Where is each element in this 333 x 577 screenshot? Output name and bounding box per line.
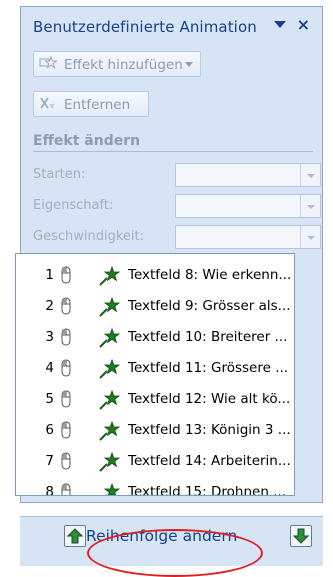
highlight-ellipse	[87, 529, 263, 577]
mouse-click-icon	[58, 452, 74, 470]
animation-list-item[interactable]: 2 Textfeld 9: Grösser als...	[16, 291, 294, 322]
chevron-down-icon	[300, 164, 320, 186]
move-down-arrow-icon	[293, 528, 309, 544]
animation-list-item[interactable]: 1 Textfeld 8: Wie erkenn...	[16, 260, 294, 291]
start-row: Starten:	[33, 163, 321, 189]
chevron-down-icon	[185, 62, 193, 67]
animation-order-number: 4	[45, 360, 54, 376]
remove-effect-button[interactable]: Entfernen	[33, 91, 149, 117]
speed-select[interactable]	[175, 225, 321, 249]
mouse-click-icon	[58, 421, 74, 439]
animation-list-item[interactable]: 3 Textfeld 10: Breiterer ...	[16, 322, 294, 353]
move-up-arrow-icon	[67, 528, 83, 544]
animation-item-label: Textfeld 11: Grössere ...	[128, 360, 289, 376]
animation-order-number: 3	[45, 329, 54, 345]
speed-row: Geschwindigkeit:	[33, 225, 321, 251]
animation-item-label: Textfeld 13: Königin 3 ...	[128, 422, 291, 438]
property-label: Eigenschaft:	[33, 198, 114, 213]
change-effect-heading: Effekt ändern	[33, 133, 313, 152]
mouse-click-icon	[58, 297, 74, 315]
animation-list-item[interactable]: 5 Textfeld 12: Wie alt kö...	[16, 384, 294, 415]
mouse-click-icon	[58, 390, 74, 408]
animation-order-number: 2	[45, 298, 54, 314]
entrance-star-icon	[98, 358, 121, 380]
mouse-click-icon	[58, 328, 74, 346]
animation-item-label: Textfeld 8: Wie erkenn...	[128, 267, 292, 283]
remove-effect-label: Entfernen	[64, 97, 131, 113]
mouse-click-icon	[58, 359, 74, 377]
pane-title: Benutzerdefinierte Animation	[33, 18, 257, 36]
animation-order-number: 6	[45, 422, 54, 438]
entrance-star-icon	[98, 420, 121, 442]
start-label: Starten:	[33, 167, 86, 182]
animation-list-item[interactable]: 6 Textfeld 13: Königin 3 ...	[16, 415, 294, 446]
chevron-down-icon	[300, 226, 320, 248]
animation-item-label: Textfeld 14: Arbeiterin...	[128, 453, 291, 469]
entrance-star-icon	[98, 451, 121, 473]
entrance-star-icon	[98, 482, 121, 495]
animation-list[interactable]: 1 Textfeld 8: Wie erkenn... 2 Textfeld 9: G…	[15, 253, 295, 496]
entrance-star-icon	[98, 296, 121, 318]
start-select[interactable]	[175, 163, 321, 187]
animation-list-item[interactable]: 4 Textfeld 11: Grössere ...	[16, 353, 294, 384]
close-pane-button[interactable]: ×	[297, 15, 310, 34]
remove-effect-icon	[39, 96, 57, 112]
mouse-click-icon	[58, 483, 74, 495]
animation-list-item[interactable]: 7 Textfeld 14: Arbeiterin...	[16, 446, 294, 477]
speed-label: Geschwindigkeit:	[33, 229, 144, 244]
entrance-star-icon	[98, 265, 121, 287]
animation-item-label: Textfeld 12: Wie alt kö...	[128, 391, 291, 407]
animation-order-number: 8	[45, 484, 54, 496]
animation-item-label: Textfeld 10: Breiterer ...	[128, 329, 288, 345]
property-row: Eigenschaft:	[33, 194, 321, 220]
entrance-star-icon	[98, 327, 121, 349]
animation-item-label: Textfeld 9: Grösser als...	[128, 298, 291, 314]
pane-title-bar: Benutzerdefinierte Animation ×	[27, 15, 316, 37]
animation-order-number: 7	[45, 453, 54, 469]
animation-order-number: 1	[45, 267, 54, 283]
add-effect-button[interactable]: Effekt hinzufügen	[33, 51, 201, 77]
animation-order-number: 5	[45, 391, 54, 407]
entrance-star-icon	[98, 389, 121, 411]
chevron-down-icon	[300, 195, 320, 217]
animation-item-label: Textfeld 15: Drohnen ...	[128, 484, 287, 496]
move-up-button[interactable]	[64, 525, 86, 547]
add-effect-label: Effekt hinzufügen	[64, 57, 183, 73]
add-effect-star-icon	[39, 55, 58, 72]
property-select[interactable]	[175, 194, 321, 218]
move-down-button[interactable]	[290, 525, 312, 547]
animation-list-item[interactable]: 8 Textfeld 15: Drohnen ...	[16, 477, 294, 496]
mouse-click-icon	[58, 266, 74, 284]
pane-options-dropdown-icon[interactable]	[274, 21, 286, 28]
